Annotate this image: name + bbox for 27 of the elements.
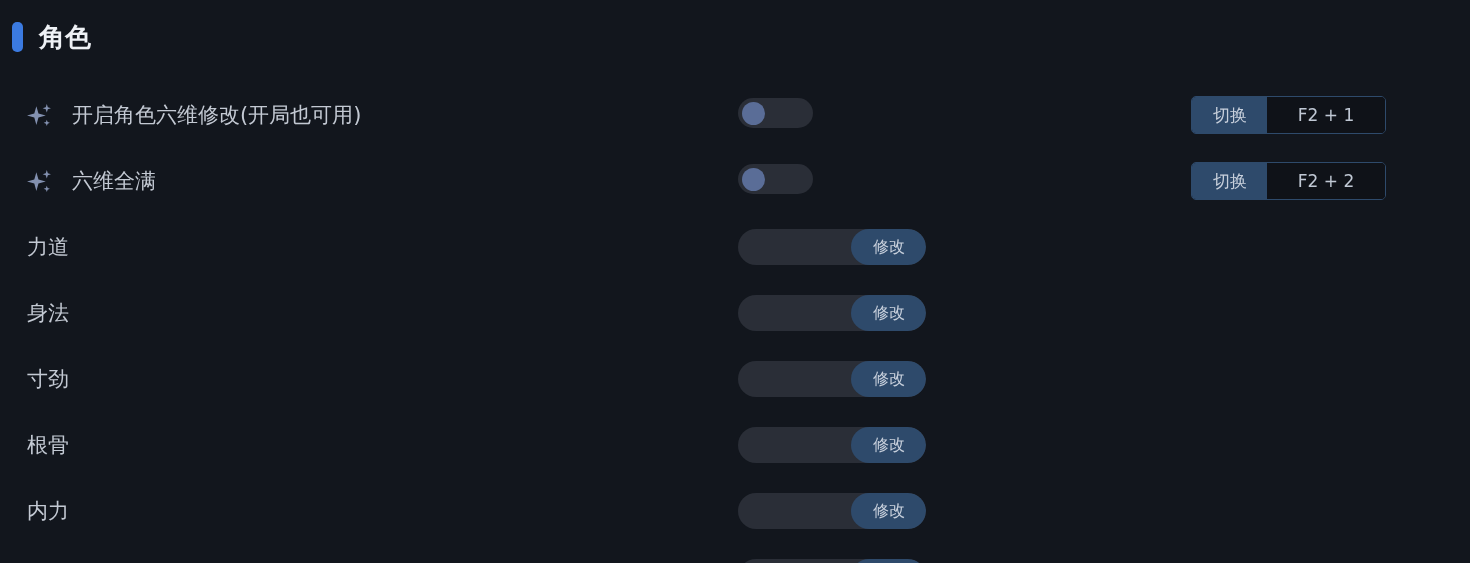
modify-button[interactable]: 修改 [851, 493, 926, 529]
input-field[interactable]: 修改 [738, 295, 926, 331]
section-marker [12, 22, 23, 52]
modify-button[interactable]: 修改 [851, 427, 926, 463]
setting-label: 身法 [27, 300, 69, 327]
section-title: 角色 [39, 22, 91, 52]
input-field[interactable]: 修改 [738, 427, 926, 463]
sparkle-icon [27, 102, 52, 128]
input-field[interactable]: 修改 [738, 361, 926, 397]
switch-button[interactable]: 切换 [1192, 97, 1267, 133]
setting-label: 开启角色六维修改(开局也可用) [72, 102, 362, 129]
setting-label: 寸劲 [27, 366, 69, 393]
setting-label: 根骨 [27, 432, 69, 459]
input-field[interactable]: 修改 [738, 229, 926, 265]
toggle-switch[interactable] [738, 164, 813, 194]
setting-label: 六维全满 [72, 168, 156, 195]
setting-label: 内力 [27, 498, 69, 525]
hotkey-keys: F2 + 2 [1267, 163, 1385, 199]
setting-label: 力道 [27, 234, 69, 261]
sparkle-icon [27, 168, 52, 194]
hotkey-keys: F2 + 1 [1267, 97, 1385, 133]
modify-button[interactable]: 修改 [851, 361, 926, 397]
input-field[interactable]: 修改 [738, 493, 926, 529]
modify-button[interactable]: 修改 [851, 295, 926, 331]
switch-button[interactable]: 切换 [1192, 163, 1267, 199]
toggle-switch[interactable] [738, 98, 813, 128]
modify-button[interactable]: 修改 [851, 229, 926, 265]
